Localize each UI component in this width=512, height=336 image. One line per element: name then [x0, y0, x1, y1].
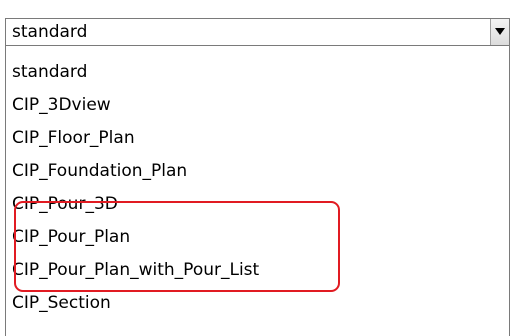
list-item[interactable]: CIP_Foundation_Plan	[12, 159, 187, 189]
list-item[interactable]: CIP_Pour_3D	[12, 192, 118, 222]
dropdown-list: standard CIP_3Dview CIP_Floor_Plan CIP_F…	[5, 46, 510, 336]
list-item[interactable]: CIP_Floor_Plan	[12, 126, 135, 156]
list-item[interactable]: standard	[12, 60, 87, 90]
dropdown-arrow-icon	[495, 28, 505, 35]
list-item[interactable]: CIP_3Dview	[12, 93, 111, 123]
view-template-combobox[interactable]: standard	[5, 18, 510, 46]
combo-selected-value: standard	[12, 22, 88, 42]
list-item[interactable]: CIP_Section	[12, 291, 111, 321]
list-item[interactable]: CIP_Pour_Plan	[12, 225, 130, 255]
list-item[interactable]: CIP_Pour_Plan_with_Pour_List	[12, 258, 259, 288]
combo-dropdown-button[interactable]	[490, 19, 509, 45]
